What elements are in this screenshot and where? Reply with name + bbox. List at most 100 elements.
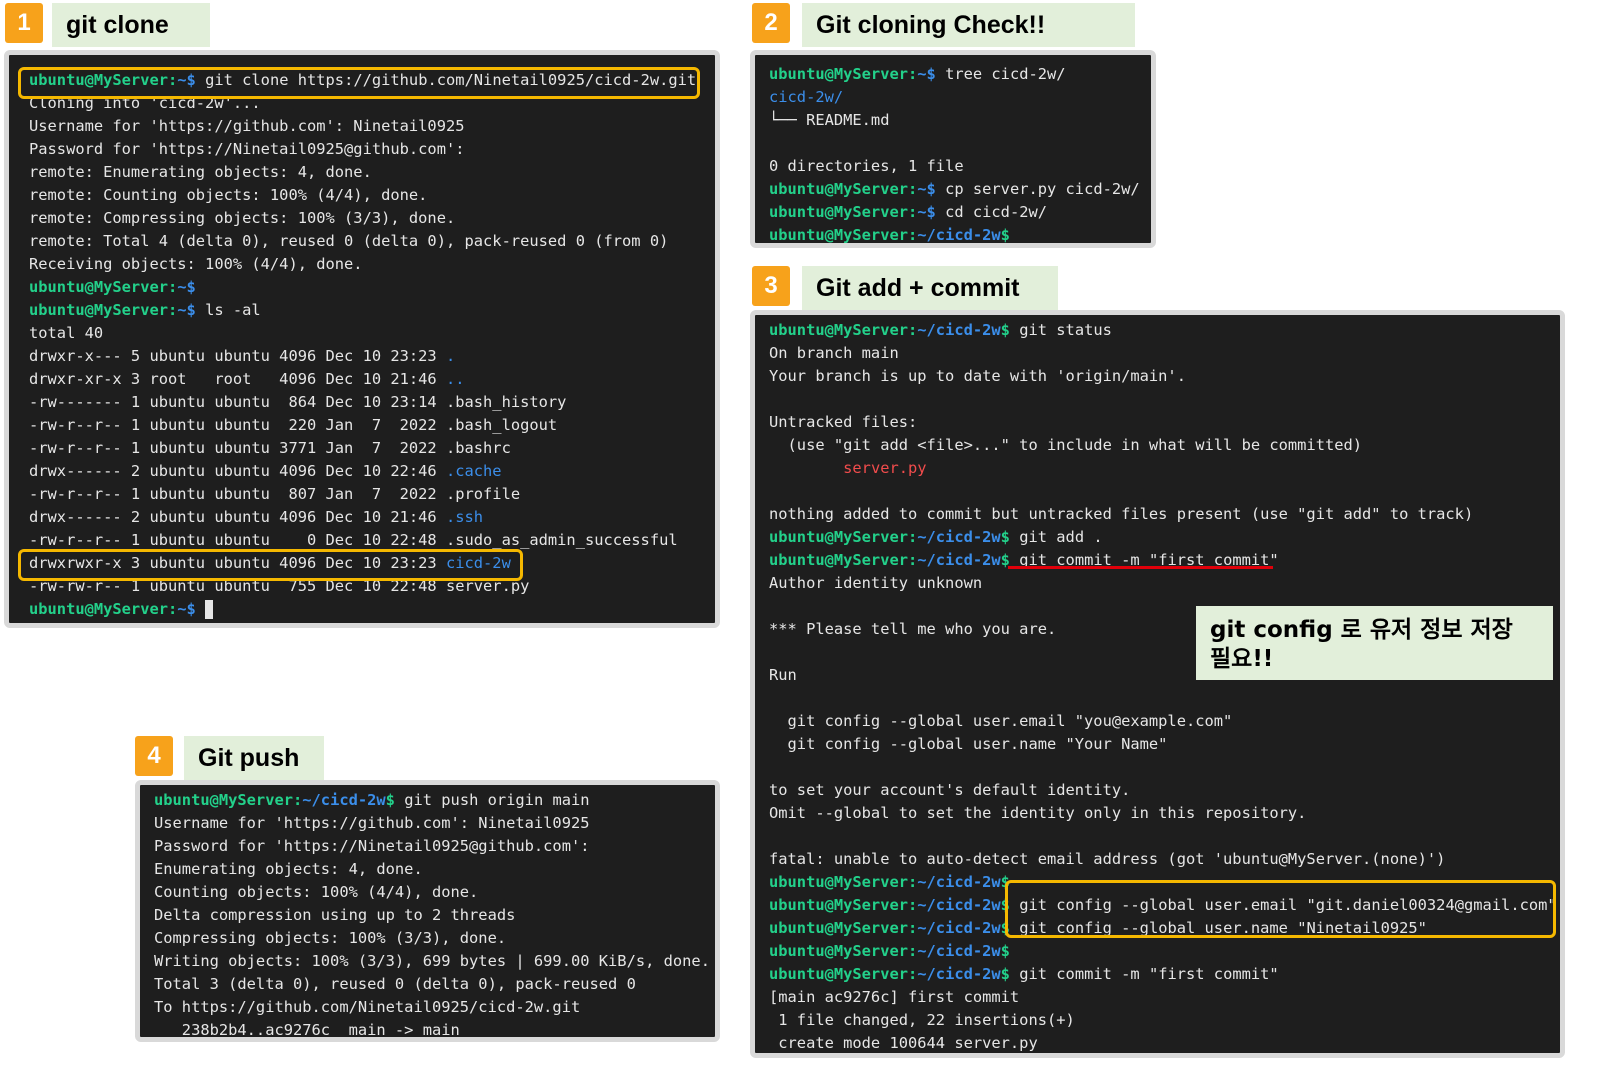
step-2-title: Git cloning Check!! bbox=[802, 3, 1135, 47]
terminal-text: $ bbox=[1000, 528, 1010, 546]
terminal-text: Password for 'https://Ninetail0925@githu… bbox=[29, 140, 465, 158]
terminal-text: Run bbox=[769, 666, 797, 684]
terminal-text: remote: Total 4 (delta 0), reused 0 (del… bbox=[29, 232, 669, 250]
terminal-text: -rw-r--r-- 1 ubuntu ubuntu 0 Dec 10 22:4… bbox=[29, 531, 678, 549]
terminal-line: remote: Enumerating objects: 4, done. bbox=[29, 161, 707, 184]
highlight-cicd-2w-dir bbox=[18, 549, 523, 581]
terminal-text: ubuntu@MyServer: bbox=[769, 896, 918, 914]
terminal-line: fatal: unable to auto-detect email addre… bbox=[769, 848, 1552, 871]
terminal-text: ubuntu@MyServer: bbox=[769, 919, 918, 937]
terminal-line: Receiving objects: 100% (4/4), done. bbox=[29, 253, 707, 276]
terminal-line: drwx------ 2 ubuntu ubuntu 4096 Dec 10 2… bbox=[29, 460, 707, 483]
terminal-text: Receiving objects: 100% (4/4), done. bbox=[29, 255, 363, 273]
terminal-line: server.py bbox=[769, 457, 1552, 480]
terminal-line: (use "git add <file>..." to include in w… bbox=[769, 434, 1552, 457]
terminal-text: $ bbox=[1000, 942, 1010, 960]
terminal-git-clone[interactable]: ubuntu@MyServer:~$ git clone https://git… bbox=[4, 50, 720, 628]
terminal-text: tree cicd-2w/ bbox=[935, 65, 1066, 83]
terminal-text: 238b2b4..ac9276c main -> main bbox=[154, 1021, 460, 1039]
terminal-text: Compressing objects: 100% (3/3), done. bbox=[154, 929, 507, 947]
terminal-line: nothing added to commit but untracked fi… bbox=[769, 503, 1552, 526]
terminal-text: git config --global user.email "you@exam… bbox=[769, 712, 1233, 730]
terminal-line: To https://github.com/Ninetail0925/cicd-… bbox=[154, 996, 707, 1019]
terminal-text: drwx------ 2 ubuntu ubuntu 4096 Dec 10 2… bbox=[29, 508, 446, 526]
terminal-text: ~/cicd-2w bbox=[917, 896, 1001, 914]
terminal-line: -rw-r--r-- 1 ubuntu ubuntu 807 Jan 7 202… bbox=[29, 483, 707, 506]
terminal-line: drwxr-x--- 5 ubuntu ubuntu 4096 Dec 10 2… bbox=[29, 345, 707, 368]
terminal-text: ~$ bbox=[177, 301, 196, 319]
terminal-line: Delta compression using up to 2 threads bbox=[154, 904, 707, 927]
terminal-text: git push origin main bbox=[394, 791, 590, 809]
terminal-line: -rw-r--r-- 1 ubuntu ubuntu 3771 Jan 7 20… bbox=[29, 437, 707, 460]
terminal-text: To https://github.com/Ninetail0925/cicd-… bbox=[154, 998, 581, 1016]
terminal-line: ubuntu@MyServer:~$ ls -al bbox=[29, 299, 707, 322]
terminal-line: ubuntu@MyServer:~$ cd cicd-2w/ bbox=[769, 201, 1143, 224]
terminal-line: ubuntu@MyServer:~/cicd-2w$ git add . bbox=[769, 526, 1552, 549]
terminal-text: ubuntu@MyServer: bbox=[154, 791, 303, 809]
terminal-text: Your branch is up to date with 'origin/m… bbox=[769, 367, 1186, 385]
terminal-text: $ bbox=[1000, 226, 1010, 244]
terminal-line: ubuntu@MyServer:~$ tree cicd-2w/ bbox=[769, 63, 1143, 86]
terminal-text: ~$ bbox=[917, 65, 936, 83]
terminal-text: drwxr-x--- 5 ubuntu ubuntu 4096 Dec 10 2… bbox=[29, 347, 446, 365]
terminal-text: drwx------ 2 ubuntu ubuntu 4096 Dec 10 2… bbox=[29, 462, 446, 480]
step-3-badge: 3 bbox=[752, 266, 790, 306]
config-callout: git config 로 유저 정보 저장 필요!! bbox=[1196, 606, 1553, 680]
terminal-cloning-check[interactable]: ubuntu@MyServer:~$ tree cicd-2w/cicd-2w/… bbox=[750, 50, 1156, 248]
terminal-text: Delta compression using up to 2 threads bbox=[154, 906, 516, 924]
terminal-text: ~/cicd-2w bbox=[917, 226, 1001, 244]
terminal-text: ubuntu@MyServer: bbox=[29, 301, 178, 319]
terminal-line: Password for 'https://Ninetail0925@githu… bbox=[154, 835, 707, 858]
terminal-text: remote: Counting objects: 100% (4/4), do… bbox=[29, 186, 428, 204]
terminal-text: git add . bbox=[1009, 528, 1103, 546]
highlight-git-config bbox=[1005, 880, 1556, 938]
terminal-text: . bbox=[445, 347, 456, 365]
terminal-text: ubuntu@MyServer: bbox=[769, 942, 918, 960]
terminal-text: Total 3 (delta 0), reused 0 (delta 0), p… bbox=[154, 975, 636, 993]
terminal-text: └── README.md bbox=[769, 111, 890, 129]
terminal-line: total 40 bbox=[29, 322, 707, 345]
terminal-text: $ bbox=[1000, 321, 1010, 339]
terminal-text: Author identity unknown bbox=[769, 574, 983, 592]
terminal-line: Enumerating objects: 4, done. bbox=[154, 858, 707, 881]
step-4-title: Git push bbox=[184, 736, 324, 780]
terminal-line: ubuntu@MyServer:~/cicd-2w$ bbox=[769, 940, 1552, 963]
step-4-badge: 4 bbox=[135, 736, 173, 776]
terminal-text: .. bbox=[445, 370, 465, 388]
terminal-line: Username for 'https://github.com': Ninet… bbox=[154, 812, 707, 835]
terminal-text: ubuntu@MyServer: bbox=[769, 551, 918, 569]
terminal-line: cicd-2w/ bbox=[769, 86, 1143, 109]
terminal-text: ~/cicd-2w bbox=[917, 551, 1001, 569]
terminal-text: 0 directories, 1 file bbox=[769, 157, 964, 175]
terminal-text: ~/cicd-2w bbox=[917, 528, 1001, 546]
terminal-text: ubuntu@MyServer: bbox=[769, 873, 918, 891]
terminal-text: nothing added to commit but untracked fi… bbox=[769, 505, 1474, 523]
terminal-line: -rw------- 1 ubuntu ubuntu 864 Dec 10 23… bbox=[29, 391, 707, 414]
terminal-line: 0 directories, 1 file bbox=[769, 155, 1143, 178]
terminal-text: ~$ bbox=[917, 203, 936, 221]
underline-commit-command bbox=[1008, 566, 1273, 569]
terminal-text: ~$ bbox=[917, 180, 936, 198]
terminal-text: Omit --global to set the identity only i… bbox=[769, 804, 1307, 822]
terminal-text: server.py bbox=[843, 459, 927, 477]
terminal-line: drwxr-xr-x 3 root root 4096 Dec 10 21:46… bbox=[29, 368, 707, 391]
terminal-line: ubuntu@MyServer:~$ bbox=[29, 276, 707, 299]
terminal-text: On branch main bbox=[769, 344, 899, 362]
terminal-text: $ bbox=[385, 791, 395, 809]
terminal-text: -rw-r--r-- 1 ubuntu ubuntu 807 Jan 7 202… bbox=[29, 485, 521, 503]
terminal-line: drwx------ 2 ubuntu ubuntu 4096 Dec 10 2… bbox=[29, 506, 707, 529]
terminal-line: Compressing objects: 100% (3/3), done. bbox=[154, 927, 707, 950]
terminal-line: └── README.md bbox=[769, 109, 1143, 132]
terminal-line: Your branch is up to date with 'origin/m… bbox=[769, 365, 1552, 388]
terminal-text: ubuntu@MyServer: bbox=[769, 321, 918, 339]
terminal-text: Untracked files: bbox=[769, 413, 918, 431]
terminal-git-push[interactable]: ubuntu@MyServer:~/cicd-2w$ git push orig… bbox=[135, 780, 720, 1042]
terminal-add-commit[interactable]: ubuntu@MyServer:~/cicd-2w$ git status On … bbox=[750, 310, 1565, 1058]
terminal-line: Password for 'https://Ninetail0925@githu… bbox=[29, 138, 707, 161]
terminal-text: Enumerating objects: 4, done. bbox=[154, 860, 423, 878]
